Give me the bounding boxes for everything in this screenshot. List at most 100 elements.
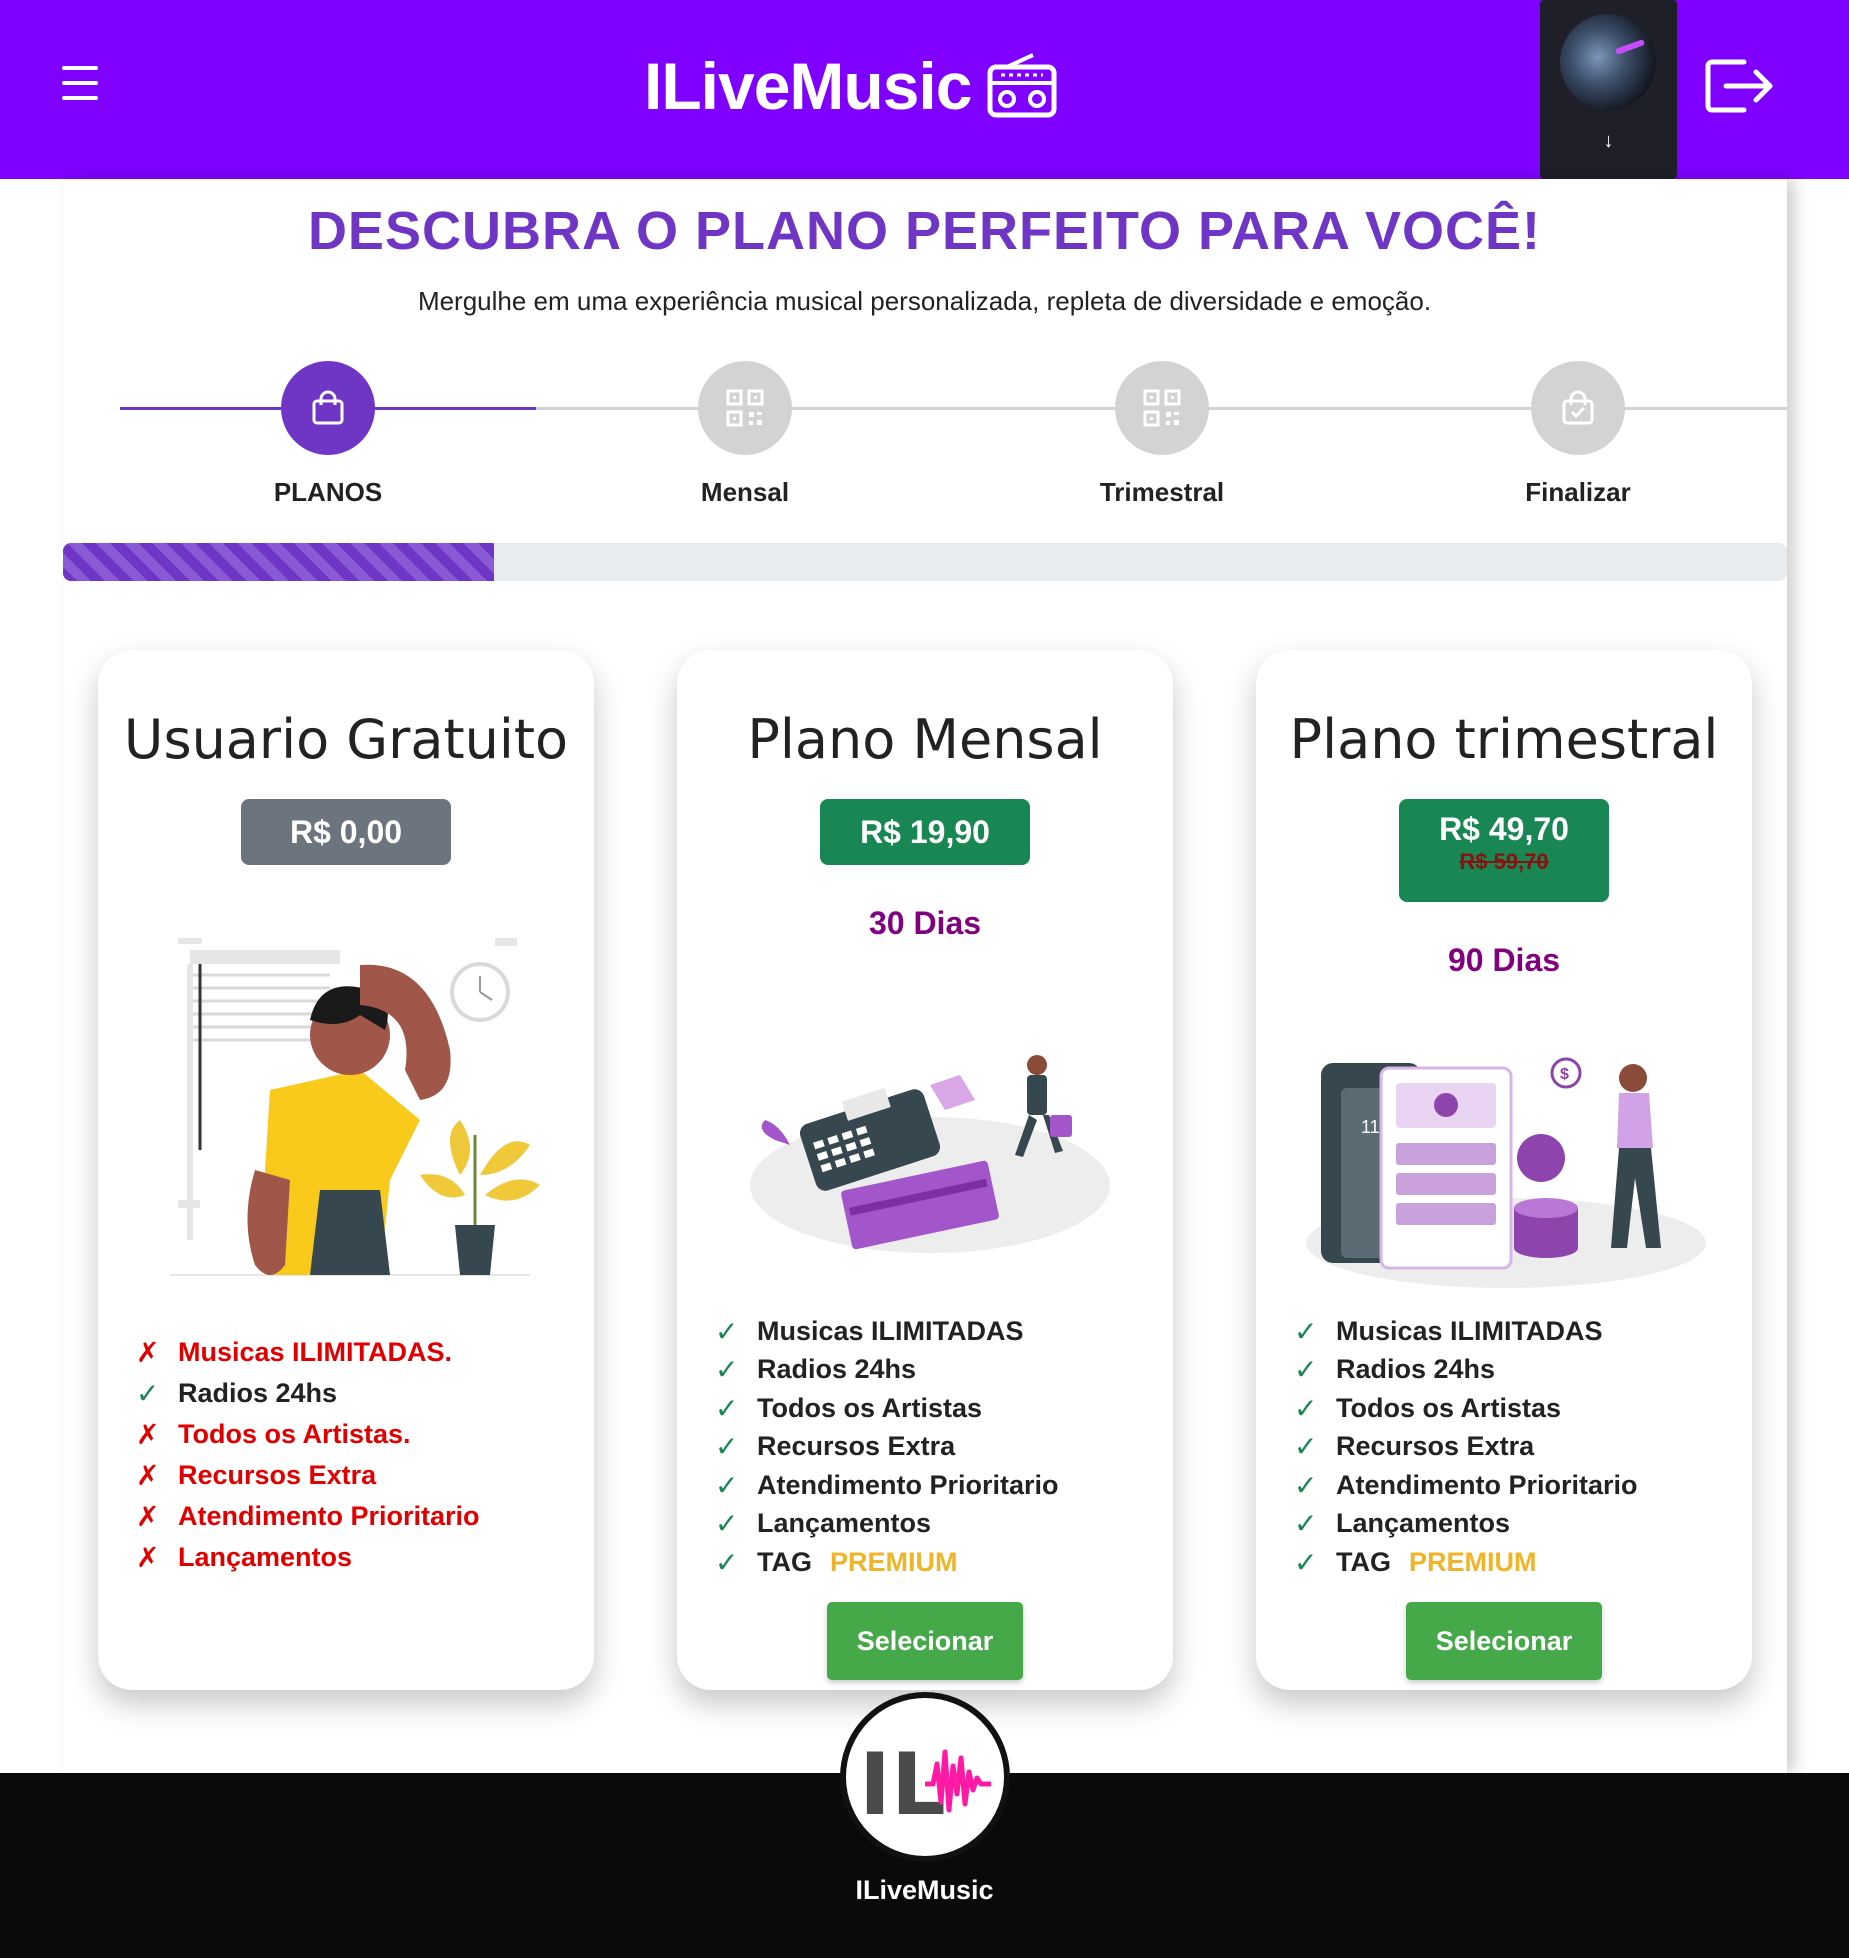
list-item: ✗ Musicas ILIMITADAS. <box>136 1332 480 1373</box>
check-icon: ✓ <box>1294 1469 1318 1501</box>
avatar[interactable] <box>1560 14 1656 110</box>
list-item: ✗ Recursos Extra <box>136 1455 480 1496</box>
cross-icon: ✗ <box>136 1337 160 1368</box>
radio-icon <box>987 53 1057 118</box>
feature-text: Musicas ILIMITADAS <box>757 1315 1024 1346</box>
plan-card-monthly: Plano Mensal R$ 19,90 30 Dias ✓ Musicas I… <box>677 650 1173 1690</box>
cross-icon: ✗ <box>136 1542 160 1573</box>
feature-list: ✓ Musicas ILIMITADAS ✓ Radios 24hs ✓ Todos … <box>1294 1312 1638 1582</box>
list-item: ✓ Musicas ILIMITADAS <box>1294 1312 1638 1351</box>
select-monthly-button[interactable]: Selecionar <box>827 1602 1023 1680</box>
hamburger-icon[interactable] <box>62 66 98 106</box>
user-menu[interactable]: ↓ <box>1540 0 1677 179</box>
step-label-mensal: Mensal <box>700 477 790 507</box>
feature-text: Todos os Artistas <box>1336 1392 1562 1423</box>
list-item: ✓ Lançamentos <box>715 1505 1059 1544</box>
step-finalizar[interactable] <box>1531 361 1625 455</box>
step-trimestral[interactable] <box>1115 361 1209 455</box>
check-icon: ✓ <box>1294 1546 1318 1578</box>
feature-text: Recursos Extra <box>1336 1431 1535 1462</box>
list-item: ✓ Todos os Artistas <box>1294 1389 1638 1428</box>
feature-text: Lançamentos <box>178 1542 353 1572</box>
list-item: ✓ TAG PREMIUM <box>715 1543 1059 1582</box>
price-badge: R$ 49,70 R$ 59,70 <box>1399 799 1609 902</box>
price-badge: R$ 19,90 <box>820 799 1030 865</box>
check-icon: ✓ <box>715 1508 739 1540</box>
plan-card-free: Usuario Gratuito R$ 0,00 ✗ Musicas ILIMIT… <box>98 650 594 1690</box>
list-item: ✓ Recursos Extra <box>1294 1428 1638 1467</box>
top-navbar: ILiveMusic ↓ <box>0 0 1849 179</box>
step-label-finalizar: Finalizar <box>1525 477 1631 507</box>
feature-text: Recursos Extra <box>757 1431 956 1462</box>
check-icon: ✓ <box>136 1378 160 1409</box>
feature-list: ✓ Musicas ILIMITADAS ✓ Radios 24hs ✓ Todos … <box>715 1312 1059 1582</box>
list-item: ✓ Recursos Extra <box>715 1428 1059 1467</box>
plan-card-quarterly: Plano trimestral R$ 49,70 R$ 59,70 90 Di… <box>1256 650 1752 1690</box>
check-icon: ✓ <box>1294 1431 1318 1463</box>
check-icon: ✓ <box>715 1354 739 1386</box>
list-item: ✓ Radios 24hs <box>715 1351 1059 1390</box>
step-label-planos: PLANOS <box>273 477 383 507</box>
price-badge: R$ 0,00 <box>241 799 451 865</box>
plan-title: Usuario Gratuito <box>123 708 569 771</box>
logout-icon[interactable] <box>1704 56 1776 116</box>
feature-list: ✗ Musicas ILIMITADAS. ✓ Radios 24hs ✗ Todos… <box>136 1332 480 1578</box>
list-item: ✓ TAG PREMIUM <box>1294 1543 1638 1582</box>
check-icon: ✓ <box>715 1392 739 1424</box>
list-item: ✓ Radios 24hs <box>136 1373 480 1414</box>
plan-duration: 30 Dias <box>868 905 982 941</box>
shopping-bag-icon <box>312 390 344 425</box>
qr-code-icon <box>1143 389 1181 427</box>
feature-text: Musicas ILIMITADAS. <box>178 1337 453 1367</box>
check-icon: ✓ <box>715 1469 739 1501</box>
feature-text: Musicas ILIMITADAS <box>1336 1315 1603 1346</box>
plan-title: Plano Mensal <box>747 708 1103 771</box>
brand-name: ILiveMusic <box>644 49 972 123</box>
check-icon: ✓ <box>1294 1508 1318 1540</box>
check-icon: ✓ <box>715 1431 739 1463</box>
premium-tag: PREMIUM <box>830 1546 958 1577</box>
bag-check-icon <box>1562 390 1594 425</box>
arrow-down-icon[interactable]: ↓ <box>1540 130 1677 153</box>
page-title: DESCUBRA O PLANO PERFEITO PARA VOCÊ! <box>307 201 1542 261</box>
list-item: ✓ Radios 24hs <box>1294 1351 1638 1390</box>
confused-person-illustration <box>170 938 540 1276</box>
cross-icon: ✗ <box>136 1419 160 1450</box>
progress-bar-fill <box>63 543 494 581</box>
dollar-symbol: $ <box>1560 1066 1569 1083</box>
current-price: R$ 49,70 <box>1439 811 1569 847</box>
list-item: ✓ Atendimento Prioritario <box>1294 1466 1638 1505</box>
plan-duration: 90 Dias <box>1447 942 1561 978</box>
feature-text: Radios 24hs <box>1336 1354 1496 1385</box>
step-planos[interactable] <box>281 361 375 455</box>
list-item: ✗ Lançamentos <box>136 1537 480 1578</box>
cross-icon: ✗ <box>136 1501 160 1532</box>
step-mensal[interactable] <box>698 361 792 455</box>
check-icon: ✓ <box>715 1546 739 1578</box>
footer-logo[interactable]: IL <box>840 1692 1010 1862</box>
feature-text: Atendimento Prioritario <box>1336 1469 1638 1500</box>
check-icon: ✓ <box>1294 1354 1318 1386</box>
check-icon: ✓ <box>1294 1315 1318 1347</box>
feature-text: Radios 24hs <box>757 1354 917 1385</box>
list-item: ✓ Atendimento Prioritario <box>715 1466 1059 1505</box>
feature-text: Atendimento Prioritario <box>757 1469 1059 1500</box>
feature-text: Todos os Artistas. <box>178 1419 411 1449</box>
list-item: ✗ Atendimento Prioritario <box>136 1496 480 1537</box>
microphone-waveform-logo: IL <box>859 1735 991 1832</box>
list-item: ✓ Musicas ILIMITADAS <box>715 1312 1059 1351</box>
feature-text: Lançamentos <box>1336 1508 1511 1539</box>
mobile-payment-illustration: 11:45 $ <box>1306 1057 1706 1288</box>
check-icon: ✓ <box>715 1315 739 1347</box>
brand-logo[interactable]: ILiveMusic <box>644 46 1057 126</box>
footer-brand-name: ILiveMusic <box>855 1875 994 1905</box>
feature-text: Lançamentos <box>757 1508 932 1539</box>
feature-text: Todos os Artistas <box>757 1392 983 1423</box>
list-item: ✗ Todos os Artistas. <box>136 1414 480 1455</box>
feature-text: TAG <box>1336 1546 1391 1577</box>
select-quarterly-button[interactable]: Selecionar <box>1406 1602 1602 1680</box>
premium-tag: PREMIUM <box>1409 1546 1537 1577</box>
progress-bar <box>63 543 1787 581</box>
card-payment-illustration <box>750 1055 1110 1253</box>
feature-text: Atendimento Prioritario <box>178 1501 480 1531</box>
